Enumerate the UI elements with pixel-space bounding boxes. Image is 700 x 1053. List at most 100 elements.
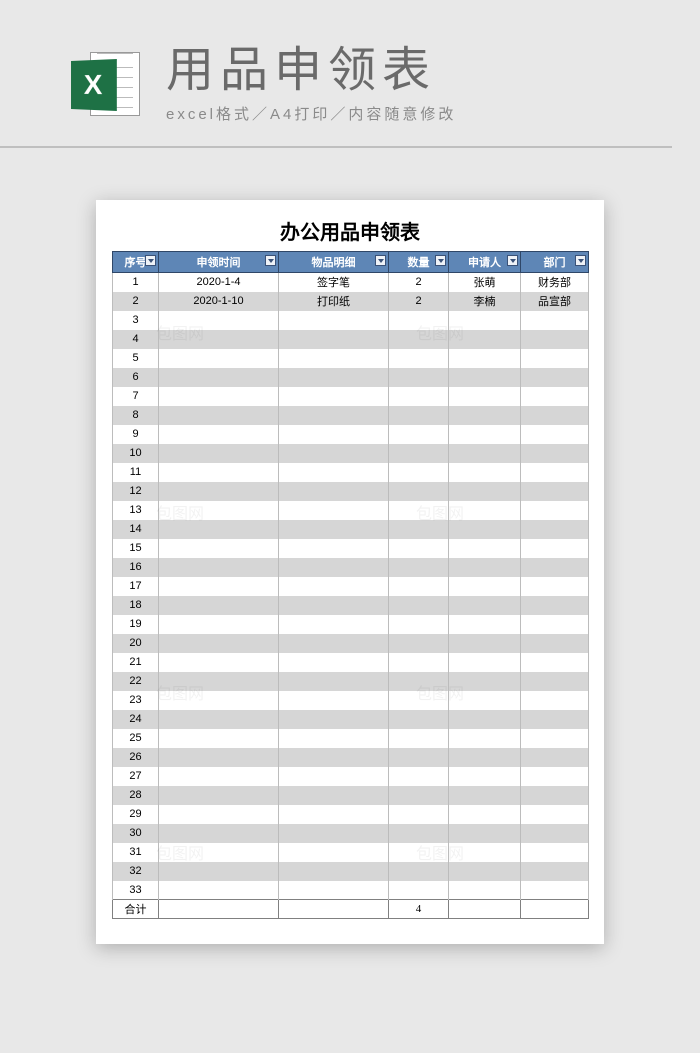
- cell-date[interactable]: 2020-1-4: [159, 273, 279, 292]
- cell-item[interactable]: [279, 710, 389, 729]
- cell-seq[interactable]: 24: [113, 710, 159, 729]
- col-header-seq[interactable]: 序号: [113, 252, 159, 273]
- cell-dept[interactable]: [521, 710, 589, 729]
- cell-dept[interactable]: [521, 691, 589, 710]
- cell-dept[interactable]: [521, 634, 589, 653]
- cell-seq[interactable]: 12: [113, 482, 159, 501]
- cell-qty[interactable]: [389, 482, 449, 501]
- cell-person[interactable]: [449, 463, 521, 482]
- table-row[interactable]: 30: [113, 824, 589, 843]
- cell-person[interactable]: [449, 425, 521, 444]
- cell-person[interactable]: [449, 672, 521, 691]
- cell-item[interactable]: [279, 653, 389, 672]
- cell-qty[interactable]: [389, 387, 449, 406]
- cell-date[interactable]: [159, 767, 279, 786]
- cell-qty[interactable]: [389, 520, 449, 539]
- cell-item[interactable]: [279, 615, 389, 634]
- cell-dept[interactable]: [521, 672, 589, 691]
- cell-date[interactable]: [159, 463, 279, 482]
- cell-item[interactable]: [279, 349, 389, 368]
- cell-date[interactable]: [159, 520, 279, 539]
- table-row[interactable]: 10: [113, 444, 589, 463]
- cell-qty[interactable]: [389, 653, 449, 672]
- table-row[interactable]: 16: [113, 558, 589, 577]
- cell-item[interactable]: [279, 482, 389, 501]
- cell-seq[interactable]: 17: [113, 577, 159, 596]
- cell-qty[interactable]: [389, 767, 449, 786]
- cell-seq[interactable]: 7: [113, 387, 159, 406]
- cell-qty[interactable]: [389, 634, 449, 653]
- table-row[interactable]: 31: [113, 843, 589, 862]
- cell-item[interactable]: [279, 311, 389, 330]
- cell-seq[interactable]: 1: [113, 273, 159, 292]
- table-row[interactable]: 7: [113, 387, 589, 406]
- cell-qty[interactable]: [389, 558, 449, 577]
- table-row[interactable]: 33: [113, 881, 589, 900]
- cell-item[interactable]: [279, 881, 389, 900]
- cell-seq[interactable]: 28: [113, 786, 159, 805]
- cell-person[interactable]: [449, 558, 521, 577]
- filter-dropdown-icon[interactable]: [265, 255, 276, 266]
- table-row[interactable]: 6: [113, 368, 589, 387]
- cell-date[interactable]: [159, 330, 279, 349]
- cell-seq[interactable]: 16: [113, 558, 159, 577]
- table-row[interactable]: 28: [113, 786, 589, 805]
- cell-person[interactable]: [449, 767, 521, 786]
- table-row[interactable]: 8: [113, 406, 589, 425]
- cell-person[interactable]: [449, 387, 521, 406]
- cell-person[interactable]: [449, 805, 521, 824]
- cell-seq[interactable]: 20: [113, 634, 159, 653]
- cell-item[interactable]: [279, 748, 389, 767]
- cell-qty[interactable]: [389, 425, 449, 444]
- cell-seq[interactable]: 23: [113, 691, 159, 710]
- cell-person[interactable]: [449, 653, 521, 672]
- cell-item[interactable]: 签字笔: [279, 273, 389, 292]
- cell-qty[interactable]: [389, 330, 449, 349]
- table-row[interactable]: 21: [113, 653, 589, 672]
- cell-seq[interactable]: 33: [113, 881, 159, 900]
- cell-seq[interactable]: 26: [113, 748, 159, 767]
- cell-date[interactable]: [159, 748, 279, 767]
- cell-item[interactable]: [279, 672, 389, 691]
- cell-date[interactable]: [159, 634, 279, 653]
- cell-date[interactable]: 2020-1-10: [159, 292, 279, 311]
- cell-qty[interactable]: [389, 349, 449, 368]
- cell-dept[interactable]: [521, 615, 589, 634]
- cell-dept[interactable]: [521, 406, 589, 425]
- cell-qty[interactable]: [389, 710, 449, 729]
- cell-person[interactable]: [449, 634, 521, 653]
- cell-dept[interactable]: [521, 387, 589, 406]
- filter-dropdown-icon[interactable]: [145, 255, 156, 266]
- cell-seq[interactable]: 25: [113, 729, 159, 748]
- cell-qty[interactable]: [389, 368, 449, 387]
- cell-date[interactable]: [159, 406, 279, 425]
- cell-dept[interactable]: [521, 330, 589, 349]
- cell-qty[interactable]: [389, 862, 449, 881]
- cell-date[interactable]: [159, 311, 279, 330]
- cell-item[interactable]: [279, 634, 389, 653]
- cell-date[interactable]: [159, 444, 279, 463]
- col-header-item[interactable]: 物品明细: [279, 252, 389, 273]
- cell-item[interactable]: [279, 596, 389, 615]
- cell-dept[interactable]: 品宣部: [521, 292, 589, 311]
- cell-person[interactable]: [449, 596, 521, 615]
- cell-item[interactable]: [279, 444, 389, 463]
- cell-date[interactable]: [159, 672, 279, 691]
- table-row[interactable]: 15: [113, 539, 589, 558]
- cell-seq[interactable]: 11: [113, 463, 159, 482]
- cell-qty[interactable]: [389, 691, 449, 710]
- cell-seq[interactable]: 32: [113, 862, 159, 881]
- cell-item[interactable]: [279, 463, 389, 482]
- table-row[interactable]: 26: [113, 748, 589, 767]
- cell-qty[interactable]: [389, 596, 449, 615]
- cell-dept[interactable]: [521, 444, 589, 463]
- cell-qty[interactable]: 2: [389, 273, 449, 292]
- cell-item[interactable]: [279, 330, 389, 349]
- filter-dropdown-icon[interactable]: [435, 255, 446, 266]
- cell-qty[interactable]: 2: [389, 292, 449, 311]
- cell-dept[interactable]: 财务部: [521, 273, 589, 292]
- cell-date[interactable]: [159, 786, 279, 805]
- cell-seq[interactable]: 5: [113, 349, 159, 368]
- cell-date[interactable]: [159, 824, 279, 843]
- cell-person[interactable]: [449, 539, 521, 558]
